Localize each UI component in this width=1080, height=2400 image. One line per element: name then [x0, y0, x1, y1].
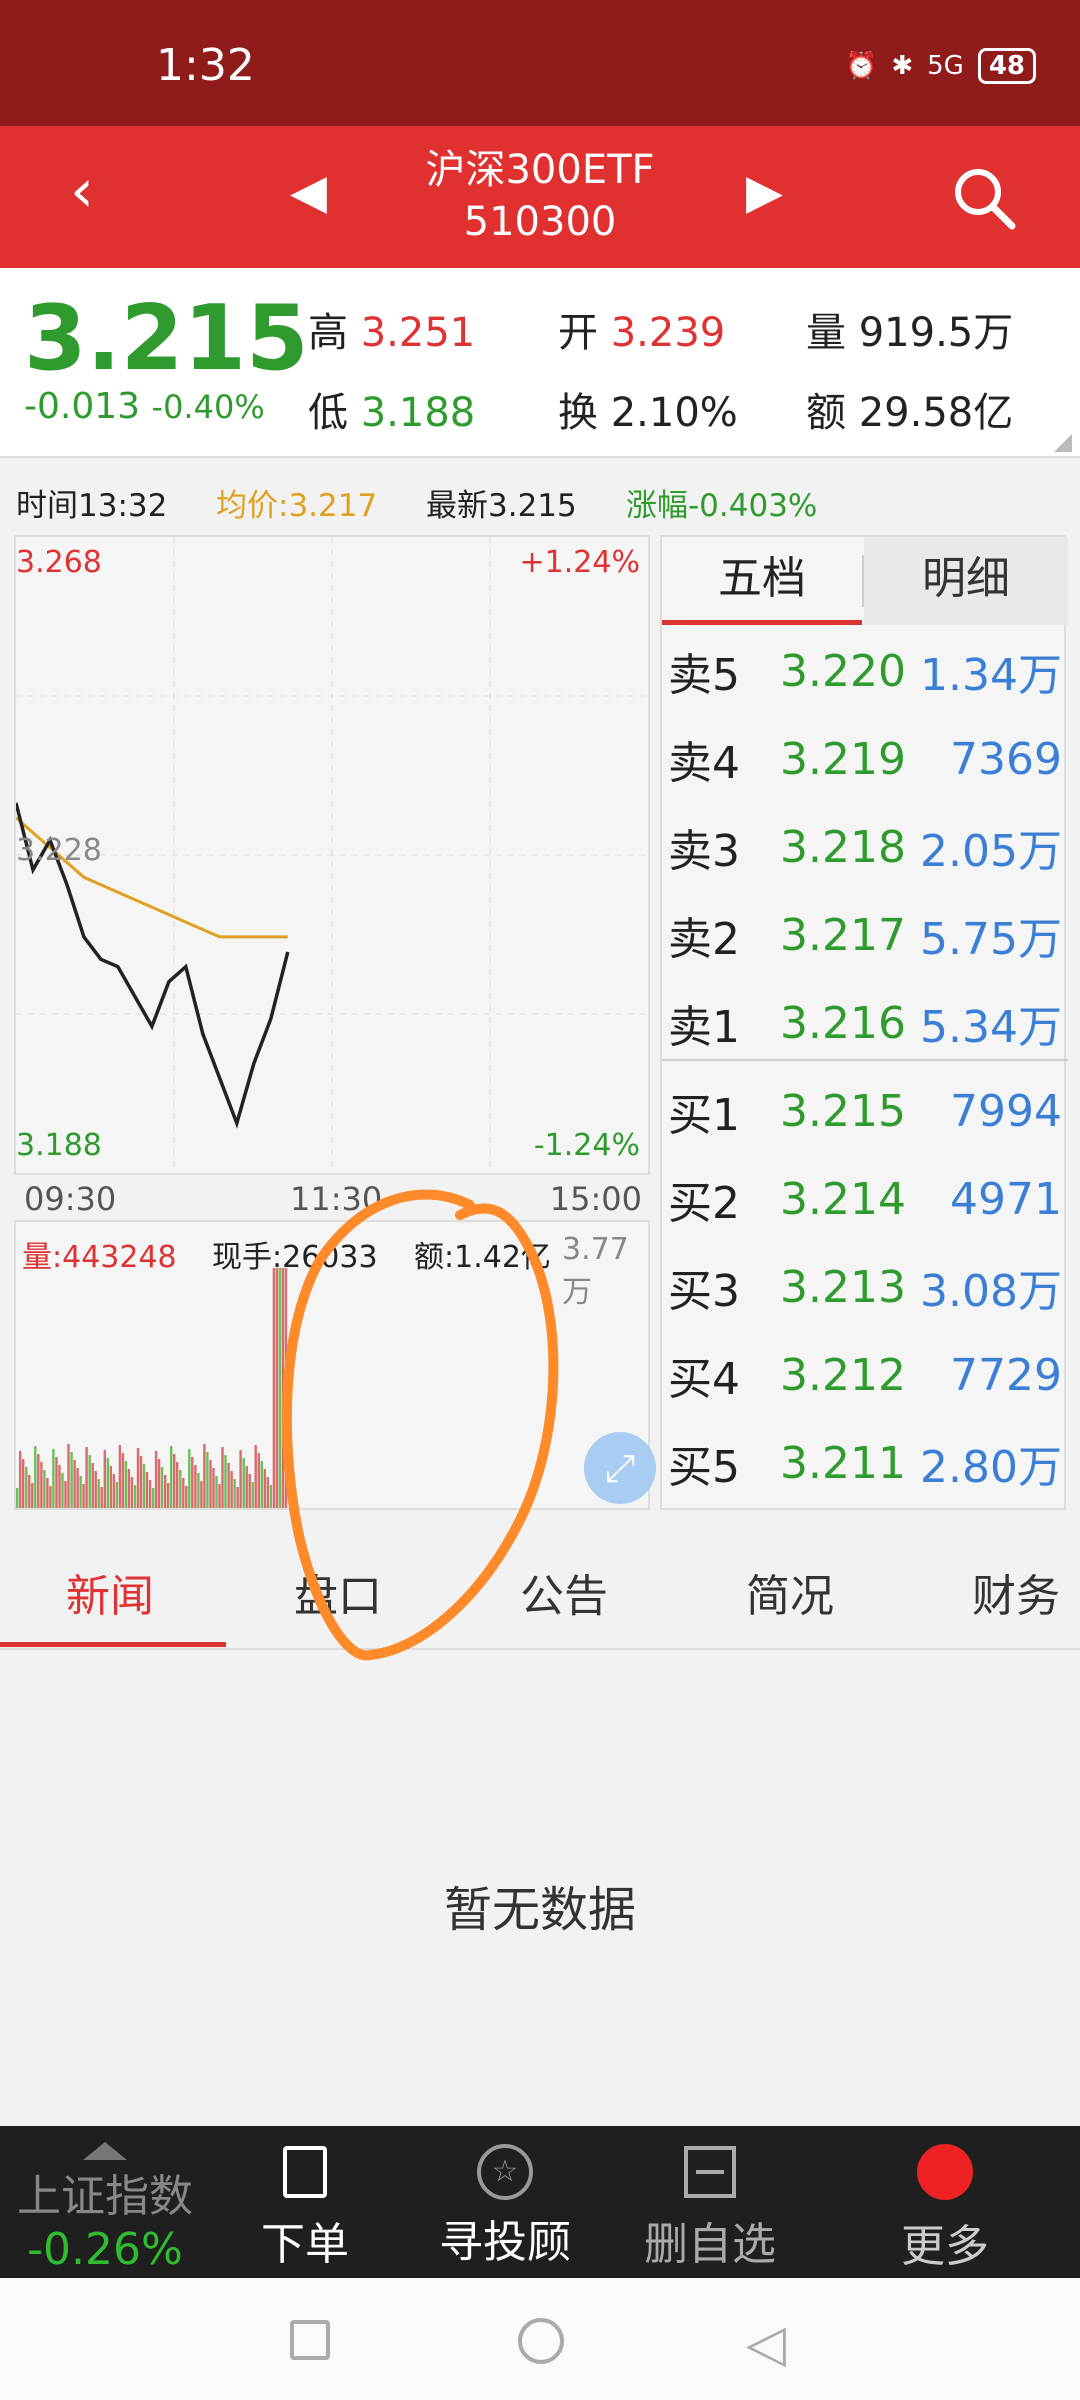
- recent-apps-icon[interactable]: [290, 2320, 330, 2360]
- index-change: -0.26%: [27, 2224, 183, 2275]
- index-name: 上证指数: [17, 2171, 193, 2222]
- red-dot-icon: [917, 2144, 973, 2200]
- caret-up-icon: [83, 2142, 127, 2160]
- nav-more-button[interactable]: 更多: [870, 2126, 1020, 2278]
- nav-order-button[interactable]: 下单: [230, 2126, 380, 2278]
- system-nav-bar: ◁: [0, 2278, 1080, 2400]
- minus-box-icon: [684, 2146, 736, 2198]
- nav-advisor-button[interactable]: ☆ 寻投顾: [430, 2126, 580, 2278]
- nav-index-button[interactable]: 上证指数 -0.26%: [0, 2126, 210, 2278]
- nav-remove-watch-button[interactable]: 删自选: [630, 2126, 790, 2278]
- home-icon[interactable]: [518, 2318, 564, 2364]
- back-nav-icon[interactable]: ◁: [746, 2314, 786, 2374]
- document-icon: [283, 2146, 327, 2198]
- orange-annotation-circle: [281, 1189, 559, 1661]
- star-badge-icon: ☆: [477, 2144, 533, 2200]
- bottom-nav: 上证指数 -0.26% 下单 ☆ 寻投顾 删自选 更多: [0, 2126, 1080, 2278]
